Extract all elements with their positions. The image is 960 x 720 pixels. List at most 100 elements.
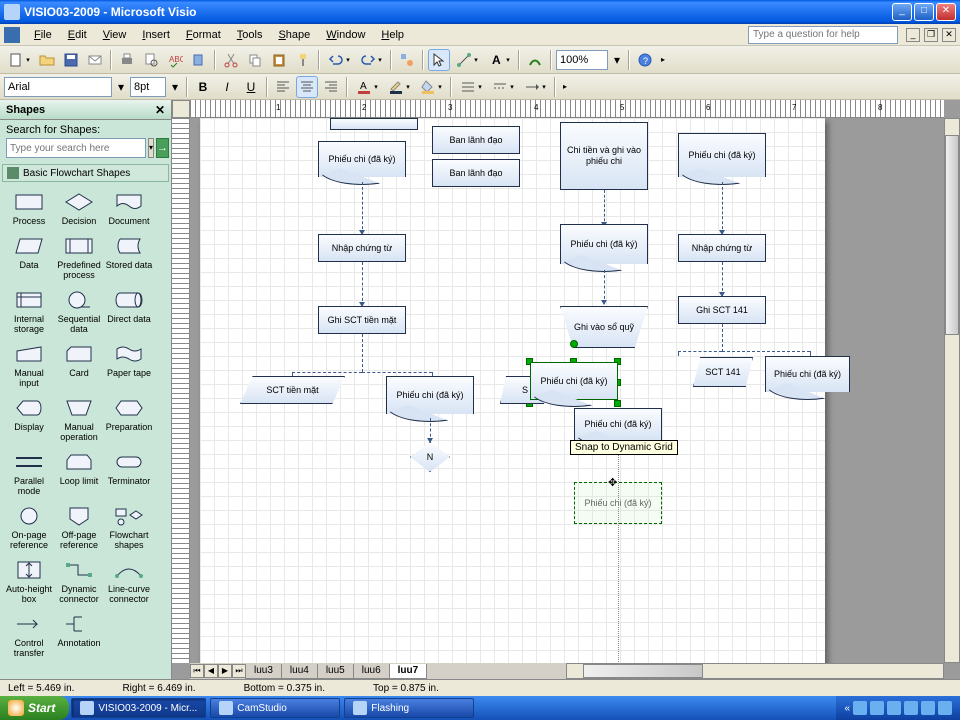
align-right-button[interactable]	[320, 76, 342, 98]
system-tray[interactable]: «	[836, 696, 960, 720]
pointer-tool-button[interactable]	[428, 49, 450, 71]
tray-icon[interactable]	[904, 701, 918, 715]
email-button[interactable]	[84, 49, 106, 71]
mdi-close[interactable]: ✕	[942, 28, 956, 42]
format-painter-button[interactable]	[292, 49, 314, 71]
shape-auto-height-box[interactable]: Auto-height box	[4, 556, 54, 610]
shape-on-page-ref[interactable]: On-page reference	[4, 502, 54, 556]
flowchart-shape[interactable]: Phiếu chi (đã ký)	[560, 224, 648, 264]
scroll-thumb[interactable]	[945, 135, 959, 335]
sheet-tab[interactable]: luu6	[353, 664, 390, 679]
toolbar-options[interactable]: ▸	[658, 49, 668, 71]
shape-manual-input[interactable]: Manual input	[4, 340, 54, 394]
shape-off-page-ref[interactable]: Off-page reference	[54, 502, 104, 556]
flowchart-shape[interactable]: Ghi SCT tiền mặt	[318, 306, 406, 334]
align-center-button[interactable]	[296, 76, 318, 98]
shape-document[interactable]: Document	[104, 188, 154, 232]
tray-icon[interactable]	[921, 701, 935, 715]
vertical-scrollbar[interactable]	[944, 118, 960, 663]
menu-file[interactable]: File	[26, 27, 60, 43]
resize-handle[interactable]	[614, 400, 621, 407]
research-button[interactable]	[188, 49, 210, 71]
maximize-button[interactable]: □	[914, 3, 934, 21]
shape-dynamic-connector[interactable]: Dynamic connector	[54, 556, 104, 610]
mdi-minimize[interactable]: _	[906, 28, 920, 42]
shape-stored-data[interactable]: Stored data	[104, 232, 154, 286]
shape-line-curve-connector[interactable]: Line-curve connector	[104, 556, 154, 610]
flowchart-shape[interactable]: Phiếu chi (đã ký)	[678, 133, 766, 177]
tab-nav-first[interactable]: ⏮	[190, 664, 204, 678]
horizontal-scrollbar[interactable]	[566, 663, 944, 679]
flowchart-shape[interactable]: Nhập chứng từ	[678, 234, 766, 262]
shape-process[interactable]: Process	[4, 188, 54, 232]
menu-window[interactable]: Window	[318, 27, 373, 43]
font-name-input[interactable]	[4, 77, 112, 97]
shape-display[interactable]: Display	[4, 394, 54, 448]
copy-button[interactable]	[244, 49, 266, 71]
shape-sequential-data[interactable]: Sequential data	[54, 286, 104, 340]
taskbar-item[interactable]: CamStudio	[210, 698, 340, 718]
zoom-dropdown[interactable]: ▾	[610, 49, 624, 71]
menu-insert[interactable]: Insert	[134, 27, 178, 43]
font-color-button[interactable]: A	[352, 76, 382, 98]
format-options[interactable]: ▸	[560, 76, 570, 98]
shapes-button[interactable]	[396, 49, 418, 71]
drawing-page[interactable]: Phiếu chi (đã ký) Ban lãnh đạo Ban lãnh …	[200, 118, 825, 668]
print-button[interactable]	[116, 49, 138, 71]
flowchart-shape[interactable]: Ghi SCT 141	[678, 296, 766, 324]
text-tool-button[interactable]: A	[484, 49, 514, 71]
shape-parallel-mode[interactable]: Parallel mode	[4, 448, 54, 502]
shape-terminator[interactable]: Terminator	[104, 448, 154, 502]
tab-nav-prev[interactable]: ◀	[204, 664, 218, 678]
menu-format[interactable]: Format	[178, 27, 229, 43]
stencil-title-bar[interactable]: Basic Flowchart Shapes	[2, 164, 169, 182]
search-dropdown[interactable]: ▾	[148, 138, 154, 158]
sheet-tab[interactable]: luu5	[317, 664, 354, 679]
redo-button[interactable]	[356, 49, 386, 71]
ink-button[interactable]	[524, 49, 546, 71]
connector-tool-button[interactable]	[452, 49, 482, 71]
spelling-button[interactable]: ABC	[164, 49, 186, 71]
cut-button[interactable]	[220, 49, 242, 71]
flowchart-shape[interactable]: SCT tiền mặt	[240, 376, 345, 404]
bold-button[interactable]: B	[192, 76, 214, 98]
rotation-handle[interactable]	[570, 340, 578, 348]
shape-control-transfer[interactable]: Control transfer	[4, 610, 54, 664]
mdi-restore[interactable]: ❐	[924, 28, 938, 42]
search-go-button[interactable]: →	[156, 138, 169, 158]
shape-paper-tape[interactable]: Paper tape	[104, 340, 154, 394]
shapes-search-input[interactable]	[6, 138, 146, 158]
font-size-input[interactable]	[130, 77, 166, 97]
start-button[interactable]: Start	[0, 696, 69, 720]
tray-icon[interactable]	[853, 701, 867, 715]
underline-button[interactable]: U	[240, 76, 262, 98]
paste-button[interactable]	[268, 49, 290, 71]
menu-help[interactable]: Help	[373, 27, 412, 43]
menu-view[interactable]: View	[95, 27, 135, 43]
help-search-input[interactable]	[748, 26, 898, 44]
flowchart-shape[interactable]: Phiếu chi (đã ký)	[386, 376, 474, 414]
minimize-button[interactable]: _	[892, 3, 912, 21]
sheet-tab[interactable]: luu4	[281, 664, 318, 679]
flowchart-shape[interactable]: Phiếu chi (đã ký)	[765, 356, 850, 392]
flowchart-shape[interactable]: Ban lãnh đạo	[432, 126, 520, 154]
sheet-tab-active[interactable]: luu7	[389, 664, 428, 679]
flowchart-shape[interactable]	[330, 118, 418, 130]
fill-color-button[interactable]	[416, 76, 446, 98]
print-preview-button[interactable]	[140, 49, 162, 71]
flowchart-shape[interactable]: Phiếu chi (đã ký)	[318, 141, 406, 177]
flowchart-shape[interactable]: Chi tiền và ghi vào phiếu chi	[560, 122, 648, 190]
line-pattern-button[interactable]	[488, 76, 518, 98]
shape-data[interactable]: Data	[4, 232, 54, 286]
line-color-button[interactable]	[384, 76, 414, 98]
tab-nav-last[interactable]: ⏭	[232, 664, 246, 678]
open-button[interactable]	[36, 49, 58, 71]
flowchart-shape[interactable]: Ban lãnh đạo	[432, 159, 520, 187]
shape-card[interactable]: Card	[54, 340, 104, 394]
undo-button[interactable]	[324, 49, 354, 71]
close-button[interactable]: ✕	[936, 3, 956, 21]
tray-icon[interactable]	[887, 701, 901, 715]
save-button[interactable]	[60, 49, 82, 71]
shape-decision[interactable]: Decision	[54, 188, 104, 232]
size-dropdown[interactable]: ▾	[168, 76, 182, 98]
